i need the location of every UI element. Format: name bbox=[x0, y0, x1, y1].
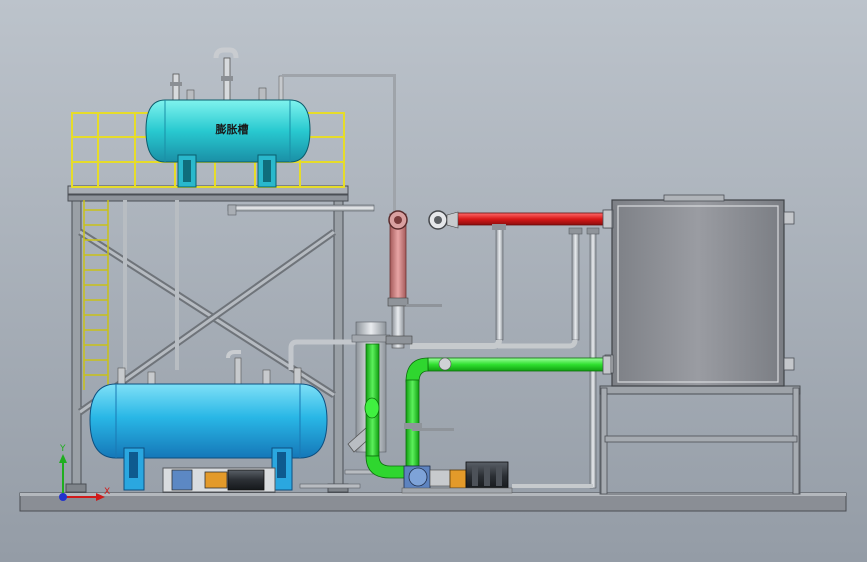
y-axis-label: Y bbox=[59, 444, 66, 454]
base-skid bbox=[19, 492, 847, 512]
expansion-tank-label: 膨胀槽 bbox=[215, 122, 249, 136]
transfer-pump bbox=[162, 467, 276, 493]
x-axis-label: X bbox=[104, 487, 110, 497]
equipment-schematic: 膨胀槽 Y X bbox=[0, 0, 867, 562]
